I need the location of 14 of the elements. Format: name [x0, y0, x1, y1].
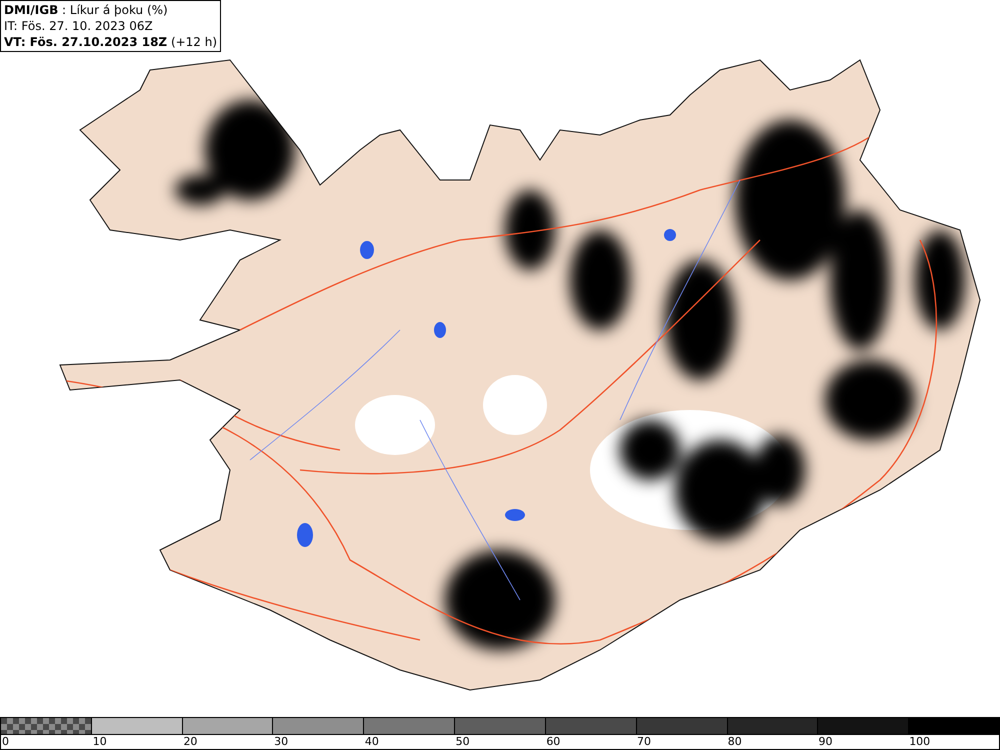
legend-tick-label: 50 — [456, 735, 470, 748]
map-title-line: DMI/IGB : Líkur á þoku (%) — [4, 2, 169, 18]
legend-tick-label: 80 — [728, 735, 742, 748]
legend-tick-label: 10 — [92, 735, 107, 748]
legend-tick-label: 20 — [183, 735, 198, 748]
legend-tick-label: 40 — [364, 735, 379, 748]
legend-tick-label: 30 — [274, 735, 288, 748]
legend-tick-label: 70 — [637, 735, 652, 748]
legend-tick-label: 90 — [818, 735, 832, 748]
legend-tick-label: 0 — [2, 735, 9, 748]
legend-tick-label: 60 — [546, 735, 560, 748]
map-title-line: IT: Fös. 27. 10. 2023 06Z — [4, 18, 154, 34]
map-title-line: VT: Fös. 27.10.2023 18Z (+12 h) — [4, 34, 218, 50]
legend-tick-label: 100 — [909, 735, 930, 748]
